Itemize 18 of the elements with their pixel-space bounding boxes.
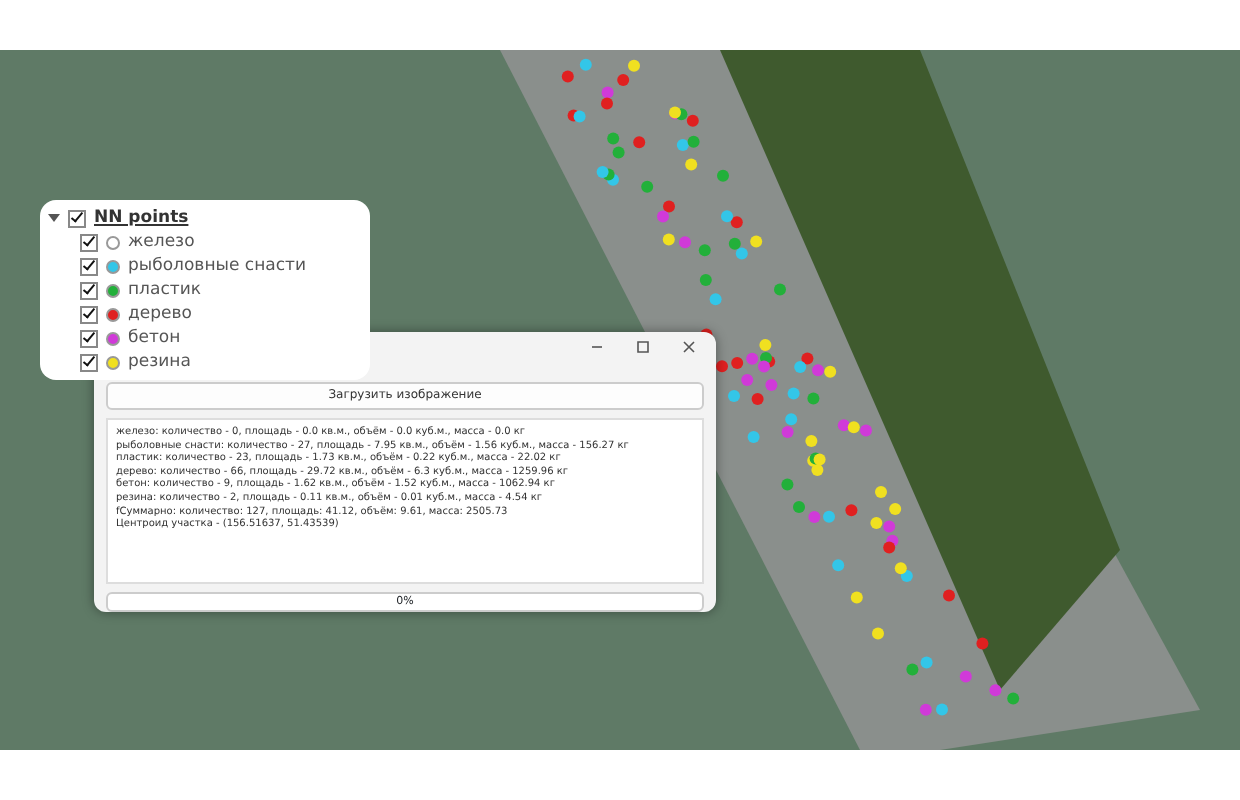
- minimize-icon[interactable]: [590, 340, 604, 354]
- legend-label: резина: [128, 350, 191, 374]
- legend-checkbox[interactable]: [80, 305, 98, 323]
- legend-checkbox[interactable]: [80, 257, 98, 275]
- legend-label: рыболовные снасти: [128, 254, 306, 278]
- maximize-icon[interactable]: [636, 340, 650, 354]
- layer-name: NN points: [94, 206, 189, 230]
- legend-label: железо: [128, 230, 195, 254]
- legend-checkbox[interactable]: [80, 329, 98, 347]
- legend-checkbox[interactable]: [80, 281, 98, 299]
- close-icon[interactable]: [682, 340, 696, 354]
- legend-checkbox[interactable]: [80, 233, 98, 251]
- layer-checkbox[interactable]: [68, 209, 86, 227]
- legend-label: дерево: [128, 302, 192, 326]
- legend-label: пластик: [128, 278, 201, 302]
- legend-checkbox[interactable]: [80, 353, 98, 371]
- legend-label: бетон: [128, 326, 181, 350]
- expand-icon[interactable]: [48, 214, 60, 222]
